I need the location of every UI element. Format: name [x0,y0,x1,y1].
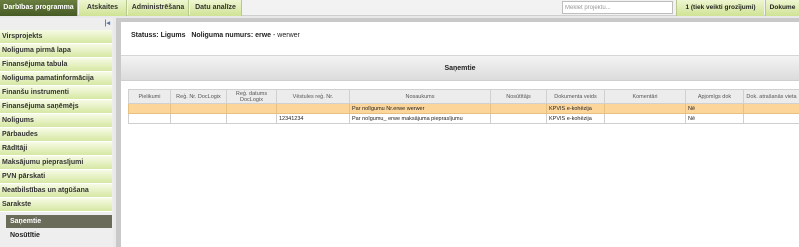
content-panel: Statuss: Ligums Noliguma numurs: erwe - … [121,22,799,247]
table-cell [128,103,171,114]
col-header-reg-datums-doclogix[interactable]: Reģ. datums DocLogix [226,89,277,104]
table-row[interactable]: 12341234 Par noīgumu_ erwe maksājuma pie… [128,113,799,124]
tab-atskaites[interactable]: Atskaites [79,0,127,16]
received-documents-table: Pielikumi Reģ. Nr. DocLogix Reģ. datums … [128,89,799,124]
top-navigation-bar: Darbības programma Atskaites Administrēš… [0,0,799,16]
sidebar-subitem-nosutitie[interactable]: Nosūtītie [6,229,112,242]
table-cell [490,103,547,114]
table-cell: Nē [685,103,744,114]
col-header-reg-nr-doclogix[interactable]: Reģ. Nr. DocLogix [170,89,227,104]
table-cell [128,113,171,124]
col-header-apjomigs-dok[interactable]: Apjomīgs dok [685,89,744,104]
table-cell [170,113,227,124]
sidebar-item-noliguma-pamatinformacija[interactable]: Noliguma pamatinformācija [0,72,112,86]
col-header-nosutitajs[interactable]: Nosūtītājs [490,89,547,104]
contract-number-value: erwe [255,32,272,39]
sidebar-item-pvn-parskati[interactable]: PVN pārskati [0,170,112,184]
sidebar: |◂ Virsprojekts Noliguma pirmā lapa Fina… [0,18,113,247]
collapse-sidebar-icon[interactable]: |◂ [105,19,110,27]
table-cell: KPVIS e-kohēzija [546,113,605,124]
contract-status-line: Statuss: Ligums Noliguma numurs: erwe - … [131,32,300,39]
main-content: Statuss: Ligums Noliguma numurs: erwe - … [116,18,799,247]
col-header-komentari[interactable]: Komentāri [604,89,686,104]
sidebar-item-parbaudes[interactable]: Pārbaudes [0,128,112,142]
table-cell [170,103,227,114]
project-search-input[interactable] [562,1,673,14]
sidebar-item-virsprojekts[interactable]: Virsprojekts [0,30,112,44]
sidebar-item-raditaji[interactable]: Rādītāji [0,142,112,156]
sidebar-item-finansejuma-sanemejs[interactable]: Finansējuma saņēmējs [0,100,112,114]
sidebar-subitem-sanemtie[interactable]: Saņemtie [6,215,112,228]
tab-administresana[interactable]: Administrēšana [128,0,189,16]
col-header-pielikumi[interactable]: Pielikumi [128,89,171,104]
table-cell [490,113,547,124]
col-header-vestules-reg-nr[interactable]: Vēstules reģ. Nr. [276,89,350,104]
table-cell: Par noīgumu_ erwe maksājuma pieprasījumu [349,113,491,124]
section-title: Saņemtie [444,65,476,72]
sidebar-item-finansu-instrumenti[interactable]: Finanšu instrumenti [0,86,112,100]
table-cell [226,113,277,124]
table-cell: KPVIS e-kohēzija [546,103,605,114]
tab-datu-analize[interactable]: Datu analīze [190,0,242,16]
sidebar-item-noliguma-pirma-lapa[interactable]: Noliguma pirmā lapa [0,44,112,58]
sidebar-item-finansejuma-tabula[interactable]: Finansējuma tabula [0,58,112,72]
table-cell [226,103,277,114]
section-header: Saņemtie [121,55,799,81]
table-cell [743,103,799,114]
table-cell: Nē [685,113,744,124]
col-header-nosaukums[interactable]: Nosaukums [349,89,491,104]
sidebar-item-neatbilstibas[interactable]: Neatbilstības un atgūšana [0,184,112,198]
status-label: Statuss: [131,32,159,39]
tab-darbibas-programma[interactable]: Darbības programma [0,0,78,16]
table-cell [743,113,799,124]
sidebar-item-maksajumu-pieprasijumi[interactable]: Maksājumu pieprasījumi [0,156,112,170]
col-header-dokumenta-veids[interactable]: Dokumenta veids [546,89,605,104]
contract-number-suffix: - werwer [273,32,300,39]
sidebar-item-sarakste[interactable]: Sarakste [0,198,112,212]
sidebar-collapse-control[interactable]: |◂ [0,19,113,28]
contract-number-label: Noliguma numurs: [191,32,254,39]
table-header-row: Pielikumi Reģ. Nr. DocLogix Reģ. datums … [128,89,799,104]
tasks-in-progress-button[interactable]: 1 (tiek veikti grozījumi) [676,0,764,16]
table-row[interactable]: Par nolīgumu Nr.erwe werwer KPVIS e-kohē… [128,103,799,114]
col-header-dok-atrasanas-vieta[interactable]: Dok. atrašanās vieta [743,89,799,104]
table-cell: Par nolīgumu Nr.erwe werwer [349,103,491,114]
table-cell [604,103,686,114]
table-cell: 12341234 [276,113,350,124]
table-cell [276,103,350,114]
status-value: Ligums [160,32,186,39]
documents-button[interactable]: Dokume [765,0,799,16]
sidebar-item-noligums[interactable]: Noligums [0,114,112,128]
table-cell [604,113,686,124]
